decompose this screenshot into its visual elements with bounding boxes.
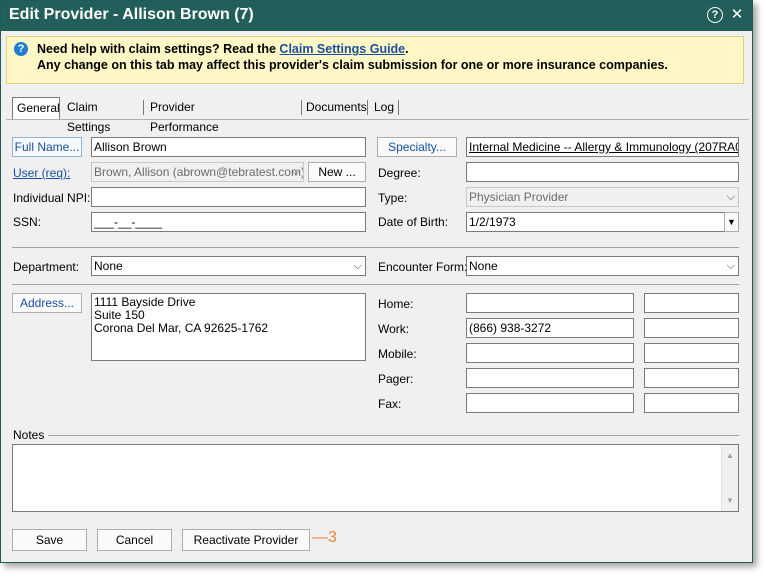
claim-settings-guide-link[interactable]: Claim Settings Guide bbox=[279, 42, 405, 56]
notes-textarea[interactable]: ▲ ▼ bbox=[12, 444, 739, 512]
fax-ext-field[interactable] bbox=[644, 393, 739, 413]
degree-label: Degree: bbox=[378, 166, 421, 180]
tab-separator bbox=[367, 100, 368, 115]
ssn-label: SSN: bbox=[13, 215, 42, 229]
chevron-down-icon: ⌵ bbox=[353, 260, 362, 272]
edit-provider-dialog: Edit Provider - Allison Brown (7) ? ✕ ? … bbox=[0, 0, 753, 563]
info-icon: ? bbox=[14, 42, 28, 56]
mobile-phone-label: Mobile: bbox=[378, 347, 417, 361]
step-annotation: —3 bbox=[312, 529, 337, 546]
divider bbox=[12, 247, 739, 248]
encounter-form-label: Encounter Form: bbox=[378, 260, 468, 274]
tab-separator bbox=[143, 100, 144, 115]
tab-documents[interactable]: Documents bbox=[302, 97, 371, 117]
ssn-field[interactable]: ___-__-____ bbox=[91, 212, 366, 232]
tab-log[interactable]: Log bbox=[370, 97, 398, 117]
degree-field[interactable] bbox=[466, 162, 739, 182]
user-select[interactable]: Brown, Allison (abrown@tebratest.com) ⌵ bbox=[91, 162, 304, 182]
window-title: Edit Provider - Allison Brown (7) bbox=[9, 6, 254, 23]
pager-ext-field[interactable] bbox=[644, 368, 739, 388]
pager-label: Pager: bbox=[378, 372, 414, 386]
mobile-phone-field[interactable] bbox=[466, 343, 634, 363]
reactivate-provider-button[interactable]: Reactivate Provider bbox=[182, 529, 310, 551]
tab-claim-settings[interactable]: Claim Settings bbox=[63, 97, 114, 134]
work-phone-field[interactable]: (866) 938-3272 bbox=[466, 318, 634, 338]
home-phone-label: Home: bbox=[378, 297, 414, 311]
notes-label: Notes bbox=[13, 428, 45, 442]
fax-field[interactable] bbox=[466, 393, 634, 413]
new-user-button[interactable]: New ... bbox=[308, 162, 366, 182]
banner-line-1: Need help with claim settings? Read the … bbox=[37, 42, 409, 56]
chevron-down-icon: ⌵ bbox=[291, 166, 300, 178]
encounter-form-select[interactable]: None ⌵ bbox=[466, 256, 739, 276]
scroll-down-icon[interactable]: ▼ bbox=[726, 494, 734, 507]
dob-dropdown-button[interactable]: ▼ bbox=[724, 212, 739, 232]
fax-label: Fax: bbox=[378, 397, 402, 411]
work-phone-label: Work: bbox=[378, 322, 410, 336]
title-bar: Edit Provider - Allison Brown (7) ? ✕ bbox=[1, 1, 752, 31]
address-textarea[interactable]: 1111 Bayside Drive Suite 150 Corona Del … bbox=[91, 293, 366, 361]
address-button[interactable]: Address... bbox=[12, 293, 82, 313]
tab-provider-performance-report[interactable]: Provider Performance Report bbox=[146, 97, 223, 154]
full-name-button[interactable]: Full Name... bbox=[12, 137, 82, 157]
dob-label: Date of Birth: bbox=[378, 215, 449, 229]
tab-separator bbox=[398, 100, 399, 115]
type-label: Type: bbox=[378, 191, 408, 205]
scroll-up-icon[interactable]: ▲ bbox=[726, 449, 734, 462]
tab-general[interactable]: General bbox=[12, 97, 60, 119]
npi-label: Individual NPI: bbox=[13, 191, 91, 205]
specialty-button[interactable]: Specialty... bbox=[377, 137, 457, 157]
work-phone-ext-field[interactable] bbox=[644, 318, 739, 338]
dob-field[interactable]: 1/2/1973 bbox=[466, 212, 725, 232]
close-icon[interactable]: ✕ bbox=[728, 6, 746, 24]
divider bbox=[48, 435, 739, 436]
save-button[interactable]: Save bbox=[12, 529, 87, 551]
chevron-down-icon: ⌵ bbox=[726, 191, 735, 203]
specialty-field[interactable]: Internal Medicine -- Allergy & Immunolog… bbox=[466, 137, 739, 157]
mobile-phone-ext-field[interactable] bbox=[644, 343, 739, 363]
chevron-down-icon: ⌵ bbox=[726, 260, 735, 272]
notes-scrollbar[interactable]: ▲ ▼ bbox=[721, 445, 738, 511]
npi-field[interactable] bbox=[91, 187, 366, 207]
type-select[interactable]: Physician Provider ⌵ bbox=[466, 187, 739, 207]
banner-line-2: Any change on this tab may affect this p… bbox=[37, 58, 668, 72]
info-banner: ? Need help with claim settings? Read th… bbox=[6, 36, 744, 84]
help-icon[interactable]: ? bbox=[707, 7, 723, 23]
divider bbox=[12, 284, 739, 285]
department-label: Department: bbox=[13, 260, 80, 274]
home-phone-field[interactable] bbox=[466, 293, 634, 313]
user-label-link[interactable]: User (req): bbox=[13, 166, 70, 180]
pager-field[interactable] bbox=[466, 368, 634, 388]
full-name-field[interactable]: Allison Brown bbox=[91, 137, 366, 157]
home-phone-ext-field[interactable] bbox=[644, 293, 739, 313]
department-select[interactable]: None ⌵ bbox=[91, 256, 366, 276]
cancel-button[interactable]: Cancel bbox=[97, 529, 172, 551]
